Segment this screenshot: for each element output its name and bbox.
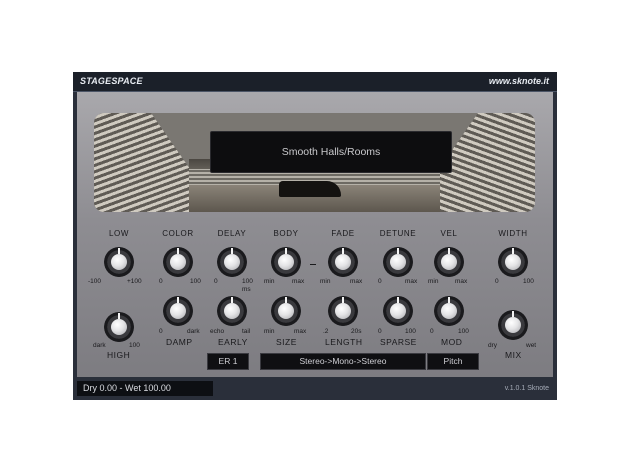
damp-label: DAMP	[166, 337, 193, 347]
sparse-max: 100	[405, 328, 416, 335]
mix-knob[interactable]	[496, 308, 530, 342]
width-max: 100	[523, 278, 534, 285]
width-knob[interactable]	[496, 245, 530, 279]
version-label: v.1.0.1 Sknote	[504, 385, 549, 392]
damp-knob[interactable]	[161, 294, 195, 328]
early-max: tail	[242, 328, 251, 335]
detune-knob[interactable]	[381, 245, 415, 279]
vendor-url[interactable]: www.sknote.it	[489, 76, 549, 86]
sparse-label: SPARSE	[380, 337, 417, 347]
delay-label: DELAY	[217, 229, 247, 238]
high-knob[interactable]	[102, 310, 136, 344]
damp-max: dark	[187, 328, 200, 335]
sparse-knob[interactable]	[381, 294, 415, 328]
length-knob[interactable]	[326, 294, 360, 328]
delay-max: 100	[242, 278, 253, 285]
pitch-button[interactable]: Pitch	[427, 353, 479, 370]
fade-min: min	[320, 278, 331, 285]
early-label: EARLY	[218, 337, 248, 347]
vel-knob[interactable]	[432, 245, 466, 279]
vel-label: VEL	[440, 229, 458, 238]
title-bar: STAGESPACE www.sknote.it	[73, 72, 557, 92]
routing-button[interactable]: Stereo->Mono->Stereo	[260, 353, 426, 370]
detune-max: max	[405, 278, 418, 285]
color-min: 0	[159, 278, 163, 285]
length-max: 20s	[351, 328, 362, 335]
mod-label: MOD	[441, 337, 463, 347]
mod-knob[interactable]	[432, 294, 466, 328]
length-min: .2	[323, 328, 329, 335]
plugin-title: STAGESPACE	[80, 76, 143, 86]
detune-label: DETUNE	[379, 229, 417, 238]
fade-max: max	[350, 278, 363, 285]
mix-min: dry	[488, 342, 498, 349]
fade-knob[interactable]	[326, 245, 360, 279]
early-min: echo	[210, 328, 225, 335]
control-panel: Smooth Halls/Rooms LOW COLOR DELAY BODY …	[77, 92, 553, 377]
detune-min: 0	[378, 278, 382, 285]
low-min: -100	[88, 278, 102, 285]
sparse-min: 0	[378, 328, 382, 335]
color-max: 100	[190, 278, 201, 285]
er-button[interactable]: ER 1	[207, 353, 249, 370]
size-max: max	[294, 328, 307, 335]
body-label: BODY	[273, 229, 299, 238]
width-min: 0	[495, 278, 499, 285]
plugin-window: STAGESPACE www.sknote.it Smooth Halls/Ro…	[73, 72, 557, 400]
high-max: 100	[129, 342, 140, 349]
vel-max: max	[455, 278, 468, 285]
body-knob[interactable]	[269, 245, 303, 279]
high-label: HIGH	[107, 350, 131, 360]
width-label: WIDTH	[498, 229, 528, 238]
color-knob[interactable]	[161, 245, 195, 279]
preset-display[interactable]: Smooth Halls/Rooms	[210, 131, 452, 173]
mod-max: 100	[458, 328, 469, 335]
vel-min: min	[428, 278, 439, 285]
concert-hall-image: Smooth Halls/Rooms	[94, 113, 535, 212]
body-max: max	[292, 278, 305, 285]
low-max: +100	[127, 278, 142, 285]
delay-min: 0	[214, 278, 218, 285]
damp-min: 0	[159, 328, 163, 335]
color-label: COLOR	[162, 229, 194, 238]
mix-label: MIX	[505, 350, 522, 360]
piano-icon	[279, 181, 341, 197]
mix-readout: Dry 0.00 - Wet 100.00	[77, 381, 213, 396]
mod-min: 0	[430, 328, 434, 335]
early-knob[interactable]	[215, 294, 249, 328]
high-min: dark	[93, 342, 106, 349]
low-knob[interactable]	[102, 245, 136, 279]
fade-label: FADE	[331, 229, 355, 238]
size-knob[interactable]	[269, 294, 303, 328]
low-label: LOW	[108, 229, 130, 238]
length-label: LENGTH	[325, 337, 363, 347]
delay-knob[interactable]	[215, 245, 249, 279]
size-label: SIZE	[276, 337, 297, 347]
size-min: min	[264, 328, 275, 335]
body-min: min	[264, 278, 275, 285]
delay-unit: ms	[242, 286, 251, 293]
mix-max: wet	[526, 342, 537, 349]
